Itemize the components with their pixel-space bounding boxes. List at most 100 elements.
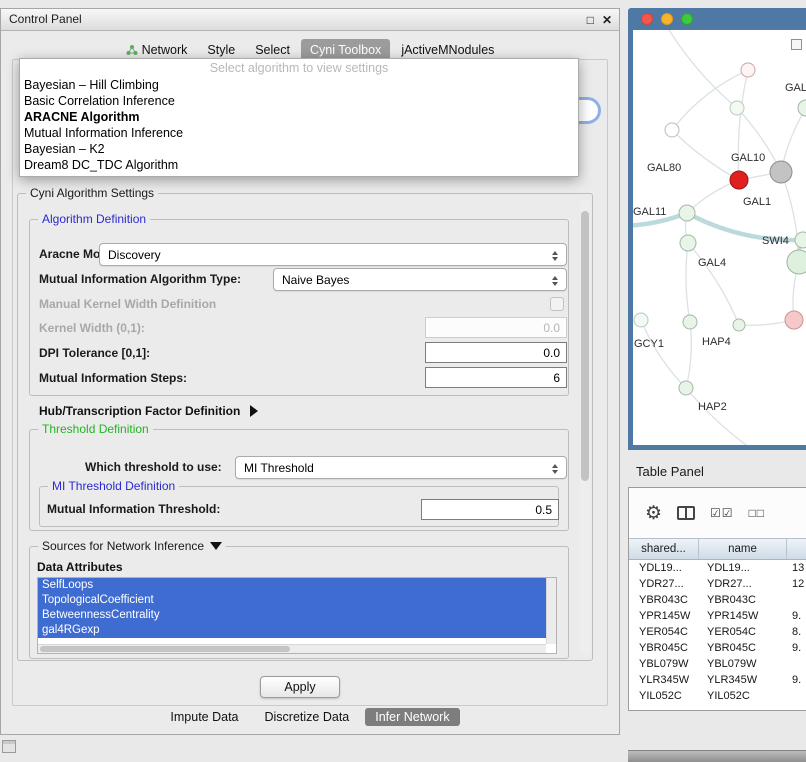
dpi-tolerance-field[interactable] — [425, 342, 567, 363]
table-row[interactable]: YBL079WYBL079W — [629, 656, 806, 672]
network-node[interactable] — [730, 171, 748, 189]
gear-icon[interactable]: ⚙ — [645, 504, 662, 523]
table-cell: 9. — [787, 672, 806, 688]
mi-algorithm-type-select[interactable]: Naive Bayes — [273, 268, 567, 291]
which-threshold-select[interactable]: MI Threshold — [235, 456, 567, 479]
attributes-horizontal-scrollbar[interactable] — [38, 644, 546, 653]
control-panel-window: Control Panel □ ✕ Network Style SelectCyni… — [0, 8, 620, 735]
group-title: Threshold Definition — [38, 422, 153, 436]
table-cell: YBR043C — [699, 592, 787, 608]
network-node[interactable] — [785, 311, 803, 329]
collapsed-panel-icon[interactable] — [2, 740, 16, 753]
network-node-label: GCY1 — [634, 338, 664, 350]
dropdown-item[interactable]: Basic Correlation Inference — [20, 93, 578, 109]
settings-scrollbar-thumb[interactable] — [581, 211, 589, 481]
dropdown-item[interactable]: Dream8 DC_TDC Algorithm — [20, 157, 578, 173]
column-header[interactable]: name — [699, 539, 787, 559]
table-cell — [787, 592, 806, 608]
hub-definition-expander[interactable]: Hub/Transcription Factor Definition — [39, 402, 258, 420]
bottom-tab-discretize-data[interactable]: Discretize Data — [255, 708, 360, 726]
attribute-item[interactable]: gal4RGexp — [38, 623, 546, 638]
kernel-width-field — [425, 317, 567, 338]
network-view-window: GAL80GAL10GAL11GAL1SWI4GAL4GCY1HAP4HAP2G… — [628, 8, 806, 450]
select-all-rows-icon[interactable]: ☑☑ — [710, 506, 734, 520]
close-traffic-light[interactable] — [641, 13, 653, 25]
network-node[interactable] — [787, 250, 806, 274]
column-visibility-icon[interactable] — [677, 506, 695, 520]
mi-steps-field[interactable] — [425, 367, 567, 388]
selected-value: Naive Bayes — [282, 273, 349, 287]
mi-steps-label: Mutual Information Steps: — [39, 367, 187, 389]
tab-style[interactable]: Style — [198, 39, 244, 60]
dropdown-item[interactable]: ARACNE Algorithm — [20, 109, 578, 125]
birdseye-toggle-icon[interactable] — [791, 39, 802, 50]
table-row[interactable]: YDR27...YDR27...12 — [629, 576, 806, 592]
network-node[interactable] — [741, 63, 755, 77]
network-node[interactable] — [798, 100, 806, 116]
tab-cyni-toolbox[interactable]: Cyni Toolbox — [301, 39, 390, 60]
network-node[interactable] — [634, 313, 648, 327]
table-row[interactable]: YLR345WYLR345W9. — [629, 672, 806, 688]
network-node[interactable] — [770, 161, 792, 183]
zoom-traffic-light[interactable] — [681, 13, 693, 25]
scrollbar-thumb[interactable] — [40, 646, 290, 652]
table-cell: YDL19... — [699, 560, 787, 576]
table-row[interactable]: YBR045CYBR045C9. — [629, 640, 806, 656]
network-node[interactable] — [665, 123, 679, 137]
table-row[interactable]: YBR043CYBR043C — [629, 592, 806, 608]
network-node[interactable] — [733, 319, 745, 331]
column-header[interactable]: shared... — [629, 539, 699, 559]
table-cell: 13 — [787, 560, 806, 576]
sources-expander[interactable]: Sources for Network Inference — [38, 539, 226, 553]
tab-select[interactable]: Select — [246, 39, 299, 60]
restore-icon[interactable]: □ — [587, 13, 594, 27]
bottom-tab-impute-data[interactable]: Impute Data — [160, 708, 248, 726]
network-window-titlebar[interactable] — [628, 8, 806, 30]
table-row[interactable]: YDL19...YDL19...13 — [629, 560, 806, 576]
table-cell: 12 — [787, 576, 806, 592]
network-node[interactable] — [683, 315, 697, 329]
attributes-vertical-scrollbar[interactable] — [546, 578, 556, 644]
minimize-traffic-light[interactable] — [661, 13, 673, 25]
tab-network[interactable]: Network — [117, 39, 197, 60]
column-header[interactable] — [787, 539, 806, 559]
network-canvas[interactable]: GAL80GAL10GAL11GAL1SWI4GAL4GCY1HAP4HAP2G… — [633, 30, 806, 445]
dropdown-item[interactable]: Bayesian – K2 — [20, 141, 578, 157]
settings-scrollbar[interactable] — [580, 199, 590, 655]
mi-threshold-field[interactable] — [421, 499, 559, 520]
which-threshold-label: Which threshold to use: — [85, 456, 222, 479]
network-node-label: SWI4 — [762, 235, 789, 247]
apply-button[interactable]: Apply — [260, 676, 340, 698]
stepper-arrows-icon — [549, 273, 561, 288]
group-title: MI Threshold Definition — [48, 479, 179, 493]
table-cell: 9. — [787, 640, 806, 656]
table-cell: YER054C — [629, 624, 699, 640]
tab-label: Style — [207, 43, 235, 57]
network-node[interactable] — [730, 101, 744, 115]
network-node[interactable] — [795, 232, 806, 248]
attribute-item[interactable]: BetweennessCentrality — [38, 608, 546, 623]
tab-label: jActiveMNodules — [401, 43, 494, 57]
table-row[interactable]: YPR145WYPR145W9. — [629, 608, 806, 624]
dropdown-item[interactable]: Mutual Information Inference — [20, 125, 578, 141]
table-row[interactable]: YIL052CYIL052C — [629, 688, 806, 704]
control-panel-titlebar[interactable]: Control Panel □ ✕ — [1, 9, 619, 31]
network-node[interactable] — [680, 235, 696, 251]
group-title: Algorithm Definition — [38, 212, 150, 226]
clear-selection-icon[interactable]: □□ — [749, 506, 766, 520]
table-cell: YER054C — [699, 624, 787, 640]
dropdown-item[interactable]: Bayesian – Hill Climbing — [20, 77, 578, 93]
table-row[interactable]: YER054CYER054C8. — [629, 624, 806, 640]
algorithm-dropdown-list: Bayesian – Hill ClimbingBasic Correlatio… — [20, 77, 578, 173]
bottom-tab-infer-network[interactable]: Infer Network — [365, 708, 459, 726]
close-icon[interactable]: ✕ — [602, 13, 612, 27]
tab-jactivemnodules[interactable]: jActiveMNodules — [392, 39, 503, 60]
table-cell: YDL19... — [629, 560, 699, 576]
network-node[interactable] — [679, 205, 695, 221]
table-cell: YPR145W — [629, 608, 699, 624]
aracne-mode-select[interactable]: Discovery — [99, 243, 567, 266]
kernel-width-label: Kernel Width (0,1): — [39, 317, 145, 339]
network-node[interactable] — [679, 381, 693, 395]
attribute-item[interactable]: TopologicalCoefficient — [38, 593, 546, 608]
attribute-item[interactable]: SelfLoops — [38, 578, 546, 593]
